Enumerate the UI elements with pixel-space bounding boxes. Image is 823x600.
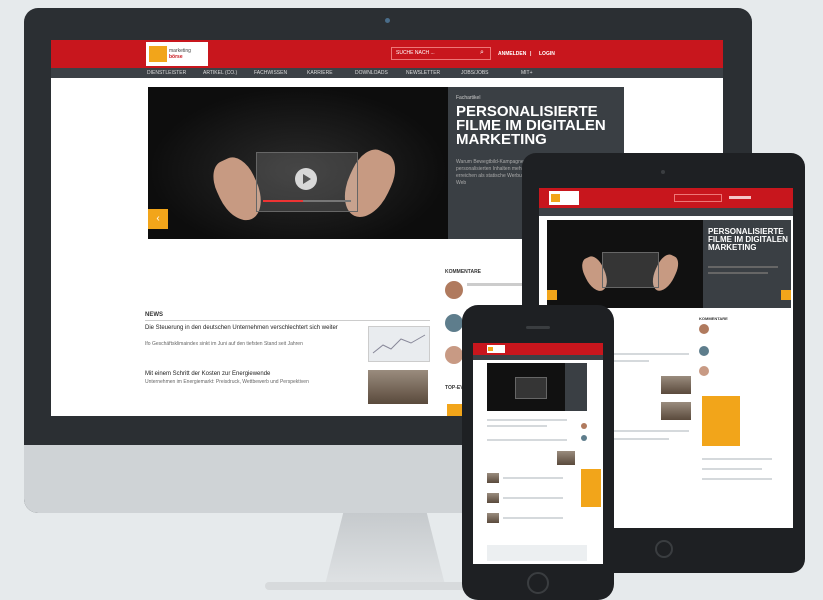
nav-item-dienstleister[interactable]: DIENSTLEISTER [147, 70, 186, 76]
promo-box[interactable] [702, 396, 740, 446]
sidebar-line [702, 468, 762, 470]
video-player[interactable] [515, 377, 547, 399]
avatar[interactable] [699, 366, 709, 376]
sidebar-heading: KOMMENTARE [699, 316, 728, 321]
news-chart-thumbnail[interactable] [368, 326, 430, 362]
hero-slider[interactable] [487, 363, 587, 411]
arrow-right-icon[interactable] [781, 290, 791, 300]
news-heading: NEWS [145, 312, 163, 318]
home-button-icon [655, 540, 673, 558]
hero-panel [565, 363, 587, 411]
video-player[interactable] [602, 252, 659, 288]
news-line [503, 477, 563, 479]
video-progress-bar[interactable] [263, 200, 351, 202]
login-link[interactable]: LOGIN [539, 51, 555, 57]
hero-title[interactable]: PERSONALISIERTE FILME IM DIGITALEN MARKE… [456, 104, 621, 147]
news-line [487, 425, 547, 427]
comment-line [467, 283, 523, 286]
main-nav [539, 208, 793, 216]
site-logo[interactable] [487, 345, 505, 353]
logo-line2: börse [169, 54, 183, 60]
news-photo-thumbnail[interactable] [487, 493, 499, 503]
toplinks[interactable] [729, 196, 751, 199]
avatar[interactable] [445, 281, 463, 299]
site-logo[interactable]: marketing börse [146, 42, 208, 66]
divider [145, 320, 430, 321]
hero-title[interactable]: PERSONALISIERTE FILME IM DIGITALEN MARKE… [708, 228, 791, 252]
video-player[interactable] [256, 152, 358, 212]
toplink-separator: | [530, 51, 532, 57]
sidebar-heading: KOMMENTARE [445, 269, 482, 275]
site-header: marketing börse SUCHE NACH ... ⌕ ANMELDE… [51, 40, 723, 68]
chart-thumbnail-icon [372, 334, 426, 354]
main-nav [473, 355, 603, 360]
nav-item-downloads[interactable]: DOWNLOADS [355, 70, 388, 76]
phone-screen [473, 343, 603, 564]
home-button-icon [527, 572, 549, 594]
news-photo-thumbnail[interactable] [487, 473, 499, 483]
nav-item-fachwissen[interactable]: FACHWISSEN [254, 70, 287, 76]
news-item-title[interactable]: Die Steuerung in den deutschen Unternehm… [145, 325, 350, 332]
nav-item-jobs[interactable]: JOBS/JOBS [461, 70, 489, 76]
sidebar-line [702, 478, 772, 480]
news-line [503, 497, 563, 499]
news-photo-thumbnail[interactable] [661, 376, 691, 394]
avatar[interactable] [445, 346, 463, 364]
site-logo[interactable] [549, 191, 579, 205]
nav-item-newsletter[interactable]: NEWSLETTER [406, 70, 440, 76]
monitor-stand [324, 513, 446, 588]
nav-item-artikel[interactable]: ARTIKEL (CO.) [203, 70, 237, 76]
speaker-icon [526, 326, 550, 329]
news-line [487, 419, 567, 421]
news-line [487, 439, 567, 441]
news-item-title[interactable]: Mit einem Schritt der Kosten zur Energie… [145, 371, 350, 377]
site-header [539, 188, 793, 208]
search-icon[interactable]: ⌕ [480, 49, 484, 57]
site-header [473, 343, 603, 355]
sidebar-line [702, 458, 772, 460]
nav-item-karriere[interactable]: KARRIERE [307, 70, 333, 76]
arrow-left-icon[interactable] [547, 290, 557, 300]
hero-slider[interactable]: PERSONALISIERTE FILME IM DIGITALEN MARKE… [547, 220, 791, 308]
logo-mark-icon [149, 46, 167, 62]
play-icon[interactable] [295, 168, 317, 190]
news-photo-thumbnail[interactable] [661, 402, 691, 420]
nav-item-mit[interactable]: MIT+ [521, 70, 533, 76]
tablet-camera-icon [661, 170, 665, 174]
register-link[interactable]: ANMELDEN [498, 51, 526, 57]
search-placeholder: SUCHE NACH ... [396, 50, 435, 56]
avatar[interactable] [699, 324, 709, 334]
news-item-subtitle: Unternehmen im Energiemarkt: Preisdruck,… [145, 379, 309, 385]
camera-icon [385, 18, 390, 23]
hero-image [148, 87, 448, 239]
promo-box[interactable] [581, 469, 601, 507]
avatar[interactable] [581, 423, 587, 429]
news-item-subtitle: Ifo Geschäftsklimaindex sinkt im Juni au… [145, 341, 303, 347]
news-photo-thumbnail[interactable] [487, 513, 499, 523]
hero-panel: PERSONALISIERTE FILME IM DIGITALEN MARKE… [703, 220, 791, 308]
avatar[interactable] [581, 435, 587, 441]
avatar[interactable] [445, 314, 463, 332]
news-photo-thumbnail[interactable] [368, 370, 428, 404]
search-input[interactable] [674, 194, 722, 202]
news-line [503, 517, 563, 519]
main-nav: DIENSTLEISTER ARTIKEL (CO.) FACHWISSEN K… [51, 68, 723, 78]
search-input[interactable]: SUCHE NACH ... ⌕ [391, 47, 491, 60]
arrow-left-icon[interactable]: ‹ [148, 209, 168, 229]
footer [487, 545, 587, 561]
news-photo-thumbnail[interactable] [557, 451, 575, 465]
avatar[interactable] [699, 346, 709, 356]
hero-kicker: Fachartikel [456, 95, 481, 101]
